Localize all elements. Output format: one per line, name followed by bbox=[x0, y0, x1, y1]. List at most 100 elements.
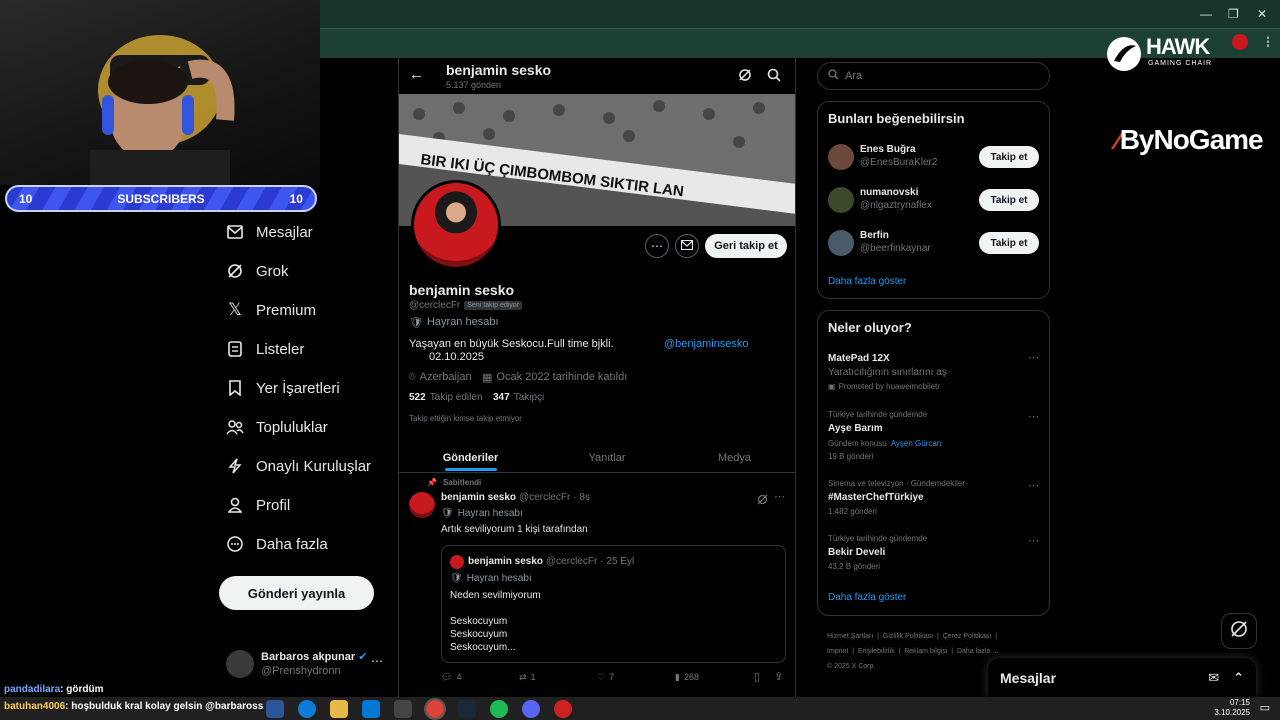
new-message-icon[interactable]: ✉ bbox=[1208, 670, 1219, 686]
nav-item-verified-orgs[interactable]: Onaylı Kuruluşlar bbox=[226, 448, 371, 484]
notifications-icon[interactable]: ▭ bbox=[1260, 701, 1270, 714]
nav-item-messages[interactable]: Mesajlar bbox=[226, 214, 313, 250]
footer-link[interactable]: Çerez Politikası bbox=[943, 633, 992, 640]
tab-replies[interactable]: Yanıtlar bbox=[542, 443, 672, 473]
views-button[interactable]: ▮ 268 bbox=[675, 672, 699, 683]
search-icon[interactable] bbox=[767, 68, 781, 87]
show-more-link[interactable]: Daha fazla göster bbox=[828, 276, 906, 287]
edge-icon[interactable] bbox=[298, 700, 316, 718]
suggestion-row[interactable]: Enes Buğra @EnesBuraKler2 Takip et bbox=[828, 144, 1040, 174]
list-icon bbox=[226, 340, 244, 358]
trend-more-icon[interactable]: ⋯ bbox=[1028, 534, 1039, 547]
repost-button[interactable]: ⇄ 1 bbox=[519, 672, 536, 683]
show-more-link[interactable]: Daha fazla göster bbox=[828, 592, 906, 603]
join-date: Ocak 2022 tarihinde katıldı bbox=[496, 371, 628, 383]
avatar bbox=[828, 230, 854, 256]
avatar bbox=[828, 144, 854, 170]
xbox-icon[interactable] bbox=[394, 700, 412, 718]
account-switcher[interactable]: Barbaros akpunar ✔ @Prenshydronn ⋯ bbox=[226, 648, 386, 682]
share-icon[interactable]: ⇪ bbox=[774, 670, 783, 683]
nav-item-lists[interactable]: Listeler bbox=[226, 331, 304, 367]
minimize-button[interactable]: — bbox=[1200, 7, 1212, 21]
following-link[interactable]: 522 Takip edilen bbox=[409, 392, 483, 403]
trend-item[interactable]: Türkiye tarihinde gündemde Bekir Develi … bbox=[828, 534, 1040, 576]
close-button[interactable]: ✕ bbox=[1257, 7, 1267, 21]
account-menu-icon[interactable]: ⋯ bbox=[371, 654, 383, 668]
quoted-post[interactable]: benjamin sesko @cerclecFr · 25 Eyl 🛡 Hay… bbox=[441, 545, 786, 663]
search-placeholder: Ara bbox=[845, 70, 863, 82]
quote-line: Seskocuyum bbox=[450, 616, 508, 627]
discord-icon[interactable] bbox=[522, 700, 540, 718]
post-more-icon[interactable]: ⋯ bbox=[774, 490, 785, 503]
bookmark-icon[interactable]: ▯ bbox=[754, 670, 760, 683]
grok-analyze-icon[interactable] bbox=[738, 68, 752, 87]
search-input[interactable]: Ara bbox=[817, 62, 1050, 90]
suggestion-row[interactable]: numanovski @nlgaztrynaflex Takip et bbox=[828, 187, 1040, 217]
follow-button[interactable]: Takip et bbox=[979, 189, 1039, 211]
obs-icon[interactable] bbox=[554, 700, 572, 718]
mutuals-text[interactable]: Takip ettiğin kimse takip etmiyor bbox=[409, 414, 522, 423]
spotify-icon[interactable] bbox=[490, 700, 508, 718]
trend-more-icon[interactable]: ⋯ bbox=[1028, 410, 1039, 423]
trend-item[interactable]: Sinema ve televizyon · Gündemdekiler #Ma… bbox=[828, 479, 1040, 521]
repost-icon: ⇄ bbox=[519, 672, 527, 682]
outlook-icon[interactable] bbox=[362, 700, 380, 718]
suggestion-row[interactable]: Berfin @beerfinkaynar Takip et bbox=[828, 230, 1040, 260]
suggestion-handle: @nlgaztrynaflex bbox=[860, 200, 932, 211]
post-avatar[interactable] bbox=[409, 492, 435, 518]
tab-media[interactable]: Medya bbox=[672, 443, 795, 473]
trend-more-icon[interactable]: ⋯ bbox=[1028, 479, 1039, 492]
nav-item-profile[interactable]: Profil bbox=[226, 487, 290, 523]
nav-item-bookmarks[interactable]: Yer İşaretleri bbox=[226, 370, 340, 406]
repost-count: 1 bbox=[530, 672, 536, 682]
nav-item-more[interactable]: Daha fazla bbox=[226, 526, 328, 562]
footer-link[interactable]: Erişilebilirlik bbox=[858, 648, 895, 655]
like-button[interactable]: ♡ 7 bbox=[597, 672, 614, 683]
browser-menu-icon[interactable]: ⋮ bbox=[1262, 34, 1274, 48]
following-label: Takip edilen bbox=[429, 392, 483, 403]
footer-link[interactable]: Reklam bilgisi bbox=[904, 648, 947, 655]
profile-icon[interactable] bbox=[1232, 34, 1248, 50]
post-author[interactable]: benjamin sesko bbox=[441, 492, 516, 503]
steam-icon[interactable] bbox=[458, 700, 476, 718]
messages-drawer[interactable]: Mesajlar ✉ ⌃ bbox=[988, 658, 1256, 698]
nav-item-grok[interactable]: Grok bbox=[226, 253, 289, 289]
footer-link[interactable]: Gizlilik Politikası bbox=[883, 633, 933, 640]
post-button[interactable]: Gönderi yayınla bbox=[219, 576, 374, 610]
more-options-button[interactable]: ⋯ bbox=[645, 234, 669, 258]
nav-item-communities[interactable]: Topluluklar bbox=[226, 409, 328, 445]
nav-item-premium[interactable]: 𝕏 Premium bbox=[226, 292, 316, 328]
message-button[interactable] bbox=[675, 234, 699, 258]
trend-more-icon[interactable]: ⋯ bbox=[1028, 351, 1039, 364]
grok-explain-icon[interactable] bbox=[757, 492, 768, 510]
follow-back-button[interactable]: Geri takip et bbox=[705, 234, 787, 258]
folder-icon[interactable] bbox=[330, 700, 348, 718]
app-icon[interactable] bbox=[266, 700, 284, 718]
who-to-follow-title: Bunları beğenebilirsin bbox=[828, 111, 965, 126]
trend-title: #MasterChefTürkiye bbox=[828, 492, 924, 503]
follow-button[interactable]: Takip et bbox=[979, 146, 1039, 168]
bio-mention-link[interactable]: @benjaminsesko bbox=[664, 338, 749, 350]
footer-link[interactable]: Hizmet Şartları bbox=[827, 633, 873, 640]
trend-item[interactable]: MatePad 12X Yaratıcılığının sınırlarını … bbox=[828, 351, 1040, 397]
maximize-button[interactable]: ❐ bbox=[1228, 7, 1239, 21]
chat-message: pandadilara: gördüm bbox=[4, 684, 103, 695]
bynogame-logo: ⁄ByNoGame bbox=[1116, 124, 1264, 156]
expand-drawer-icon[interactable]: ⌃ bbox=[1233, 670, 1244, 686]
footer-link[interactable]: Daha fazla ... bbox=[957, 648, 998, 655]
chat-user: batuhan4006 bbox=[4, 701, 66, 712]
follow-button[interactable]: Takip et bbox=[979, 232, 1039, 254]
grok-floating-button[interactable] bbox=[1221, 613, 1257, 649]
followers-link[interactable]: 347 Takipçi bbox=[493, 392, 544, 403]
trend-meta: 1.482 gönderi bbox=[828, 507, 877, 516]
trend-sub-link[interactable]: Ayşen Gürcan bbox=[891, 439, 942, 448]
trend-sub: Gündem konusu bbox=[828, 439, 887, 448]
trend-item[interactable]: Türkiye tarihinde gündemde Ayşe Barım Gü… bbox=[828, 410, 1040, 466]
footer-link[interactable]: Imprint bbox=[827, 648, 848, 655]
reply-button[interactable]: 💬︎ 4 bbox=[441, 672, 461, 683]
back-arrow-icon[interactable]: ← bbox=[409, 66, 424, 83]
following-count: 522 bbox=[409, 392, 426, 403]
profile-icon bbox=[226, 496, 244, 514]
chrome-icon[interactable] bbox=[424, 698, 446, 720]
profile-avatar[interactable] bbox=[411, 180, 501, 270]
